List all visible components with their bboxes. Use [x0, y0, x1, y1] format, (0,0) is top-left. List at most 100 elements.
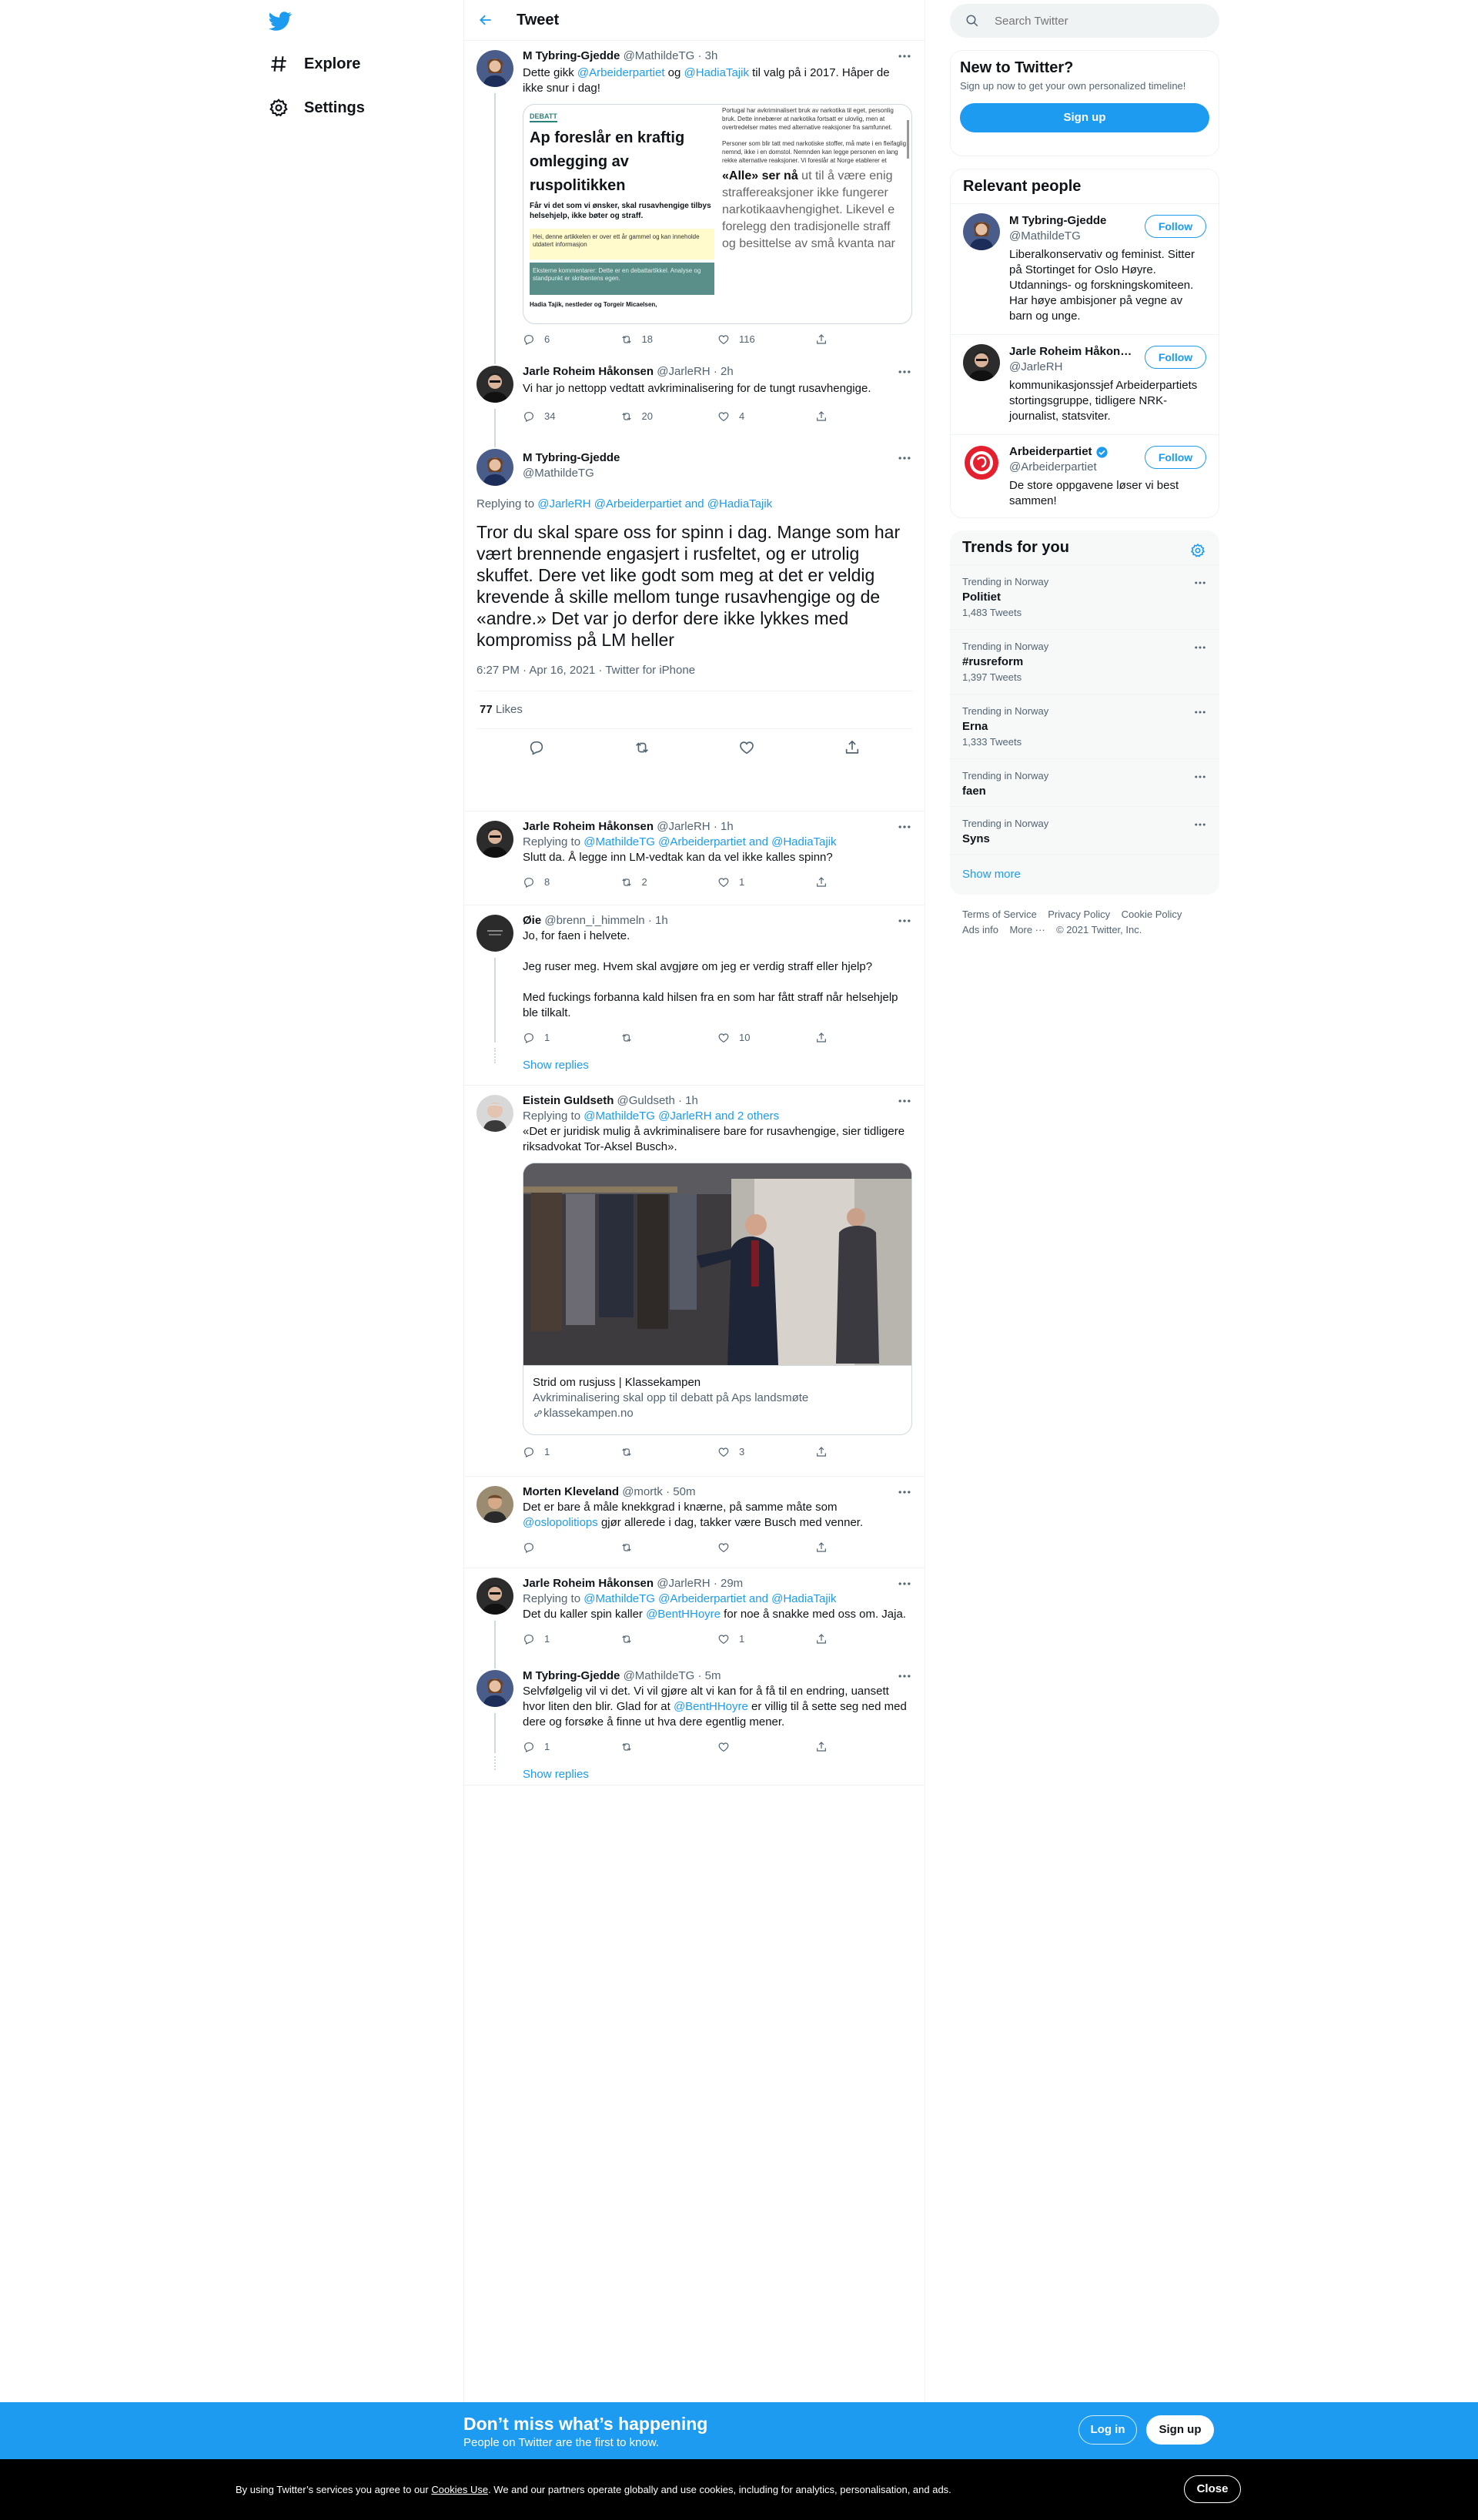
- mention-link[interactable]: @Arbeiderpartiet: [577, 66, 665, 79]
- share-button[interactable]: [815, 1633, 913, 1645]
- trend-item[interactable]: Trending in Norway faen: [950, 758, 1219, 806]
- share-button[interactable]: [815, 1032, 913, 1044]
- more-icon[interactable]: [897, 1576, 912, 1591]
- tweet-author-handle[interactable]: @JarleRH: [657, 820, 710, 833]
- back-arrow-icon[interactable]: [478, 12, 493, 28]
- search-input[interactable]: [995, 14, 1195, 28]
- ads-info-link[interactable]: Ads info: [962, 924, 998, 935]
- retweet-button[interactable]: 18: [620, 332, 718, 347]
- likes-count-row[interactable]: 77 Likes: [477, 691, 912, 729]
- article-image[interactable]: DEBATT Ap foreslår en kraftig omlegging …: [523, 104, 912, 324]
- more-icon[interactable]: [1193, 770, 1207, 784]
- search-bar[interactable]: [950, 4, 1219, 38]
- avatar[interactable]: [477, 915, 513, 952]
- reply-tweet[interactable]: Øie @brenn_i_himmeln · 1h Jo, for faen i…: [464, 905, 925, 1086]
- reply-button[interactable]: 8: [523, 875, 620, 890]
- more-icon[interactable]: [897, 1668, 912, 1684]
- nav-settings[interactable]: Settings: [269, 92, 365, 123]
- share-icon[interactable]: [844, 739, 861, 756]
- tweet-author-name[interactable]: M Tybring-Gjedde: [523, 447, 912, 466]
- follow-button[interactable]: Follow: [1145, 346, 1206, 369]
- tweet-author-handle[interactable]: @JarleRH: [657, 365, 710, 378]
- close-cookie-button[interactable]: Close: [1184, 2475, 1241, 2503]
- reply-tweet[interactable]: Eistein Guldseth @Guldseth · 1h Replying…: [464, 1086, 925, 1477]
- avatar[interactable]: [477, 1486, 513, 1523]
- reply-button[interactable]: 1: [523, 1739, 620, 1755]
- link-card[interactable]: Strid om rusjuss | Klassekampen Avkrimin…: [523, 1163, 912, 1435]
- like-button[interactable]: [717, 1541, 815, 1554]
- reply-button[interactable]: 1: [523, 1444, 620, 1460]
- login-button[interactable]: Log in: [1078, 2415, 1137, 2445]
- tweet-author-handle[interactable]: @MathildeTG: [624, 49, 695, 62]
- retweet-button[interactable]: 20: [620, 409, 718, 424]
- retweet-icon[interactable]: [634, 739, 650, 756]
- show-replies-link[interactable]: Show replies: [523, 1058, 912, 1073]
- more-icon[interactable]: [897, 819, 912, 835]
- tweet-author-name[interactable]: Eistein Guldseth: [523, 1094, 614, 1107]
- heart-icon[interactable]: [738, 739, 755, 756]
- person-card[interactable]: Arbeiderpartiet @Arbeiderpartiet Follow …: [951, 434, 1219, 517]
- reply-tweet[interactable]: M Tybring-Gjedde @MathildeTG · 5m Selvfø…: [464, 1661, 925, 1785]
- tweet-author-handle[interactable]: @MathildeTG: [523, 466, 912, 481]
- tweet-time[interactable]: · 5m: [698, 1669, 721, 1682]
- parent-tweet[interactable]: M Tybring-Gjedde @MathildeTG · 3h Dette …: [464, 41, 925, 356]
- tweet-author-name[interactable]: Øie: [523, 914, 541, 927]
- reply-button[interactable]: 1: [523, 1030, 620, 1046]
- like-button[interactable]: 3: [717, 1444, 815, 1460]
- privacy-link[interactable]: Privacy Policy: [1048, 909, 1110, 920]
- more-icon[interactable]: [1193, 818, 1207, 832]
- reply-button[interactable]: [523, 1541, 620, 1554]
- tweet-author-name[interactable]: M Tybring-Gjedde: [523, 1669, 620, 1682]
- avatar[interactable]: [477, 1095, 513, 1132]
- avatar[interactable]: [963, 444, 1000, 481]
- share-button[interactable]: [815, 410, 913, 423]
- tweet-meta[interactable]: 6:27 PM · Apr 16, 2021 · Twitter for iPh…: [477, 663, 912, 678]
- replying-to-links[interactable]: @JarleRH @Arbeiderpartiet and @HadiaTaji…: [537, 497, 772, 510]
- more-icon[interactable]: [1193, 641, 1207, 654]
- replying-to-links[interactable]: @MathildeTG @Arbeiderpartiet and @HadiaT…: [584, 835, 836, 848]
- person-card[interactable]: M Tybring-Gjedde @MathildeTG Follow Libe…: [951, 203, 1219, 334]
- nav-explore[interactable]: Explore: [269, 49, 360, 79]
- retweet-button[interactable]: [620, 1741, 718, 1753]
- tweet-time[interactable]: · 2h: [714, 365, 734, 378]
- tweet-author-name[interactable]: M Tybring-Gjedde: [523, 49, 620, 62]
- like-button[interactable]: 4: [717, 409, 815, 424]
- retweet-button[interactable]: [620, 1541, 718, 1554]
- share-button[interactable]: [815, 333, 913, 346]
- more-link[interactable]: More ···: [1009, 924, 1045, 935]
- avatar[interactable]: [477, 50, 513, 87]
- reply-button[interactable]: 34: [523, 409, 620, 424]
- like-button[interactable]: 10: [717, 1030, 815, 1046]
- mention-link[interactable]: @BentHHoyre: [646, 1608, 721, 1621]
- tweet-time[interactable]: · 1h: [648, 914, 668, 927]
- avatar[interactable]: [963, 213, 1000, 250]
- like-button[interactable]: 116: [717, 332, 815, 347]
- like-button[interactable]: 1: [717, 875, 815, 890]
- more-icon[interactable]: [897, 49, 912, 64]
- trend-item[interactable]: Trending in Norway Syns: [950, 806, 1219, 854]
- mention-link[interactable]: @HadiaTajik: [684, 66, 749, 79]
- mention-link[interactable]: @BentHHoyre: [674, 1700, 748, 1713]
- replying-to-links[interactable]: @MathildeTG @JarleRH and 2 others: [584, 1109, 779, 1123]
- tweet-author-handle[interactable]: @brenn_i_himmeln: [544, 914, 644, 927]
- follow-button[interactable]: Follow: [1145, 215, 1206, 238]
- trend-item[interactable]: Trending in Norway #rusreform 1,397 Twee…: [950, 629, 1219, 694]
- tweet-time[interactable]: · 1h: [714, 820, 734, 833]
- avatar[interactable]: [477, 449, 513, 486]
- retweet-button[interactable]: [620, 1032, 718, 1044]
- mention-link[interactable]: @oslopolitiops: [523, 1516, 598, 1529]
- signup-button[interactable]: Sign up: [960, 103, 1209, 132]
- more-icon[interactable]: [897, 1484, 912, 1500]
- tweet-author-name[interactable]: Jarle Roheim Håkonsen: [523, 365, 654, 378]
- tweet-author-handle[interactable]: @mortk: [622, 1485, 663, 1498]
- tweet-author-handle[interactable]: @JarleRH: [657, 1577, 710, 1590]
- parent-tweet[interactable]: Jarle Roheim Håkonsen @JarleRH · 2h Vi h…: [464, 356, 925, 440]
- cookie-policy-link[interactable]: Cookie Policy: [1122, 909, 1182, 920]
- more-icon[interactable]: [897, 1093, 912, 1109]
- more-icon[interactable]: [897, 450, 912, 466]
- tweet-time[interactable]: · 29m: [714, 1577, 743, 1590]
- tweet-author-handle[interactable]: @Guldseth: [617, 1094, 675, 1107]
- cookies-use-link[interactable]: Cookies Use: [431, 2484, 488, 2495]
- share-button[interactable]: [815, 1446, 913, 1458]
- tweet-time[interactable]: · 50m: [666, 1485, 695, 1498]
